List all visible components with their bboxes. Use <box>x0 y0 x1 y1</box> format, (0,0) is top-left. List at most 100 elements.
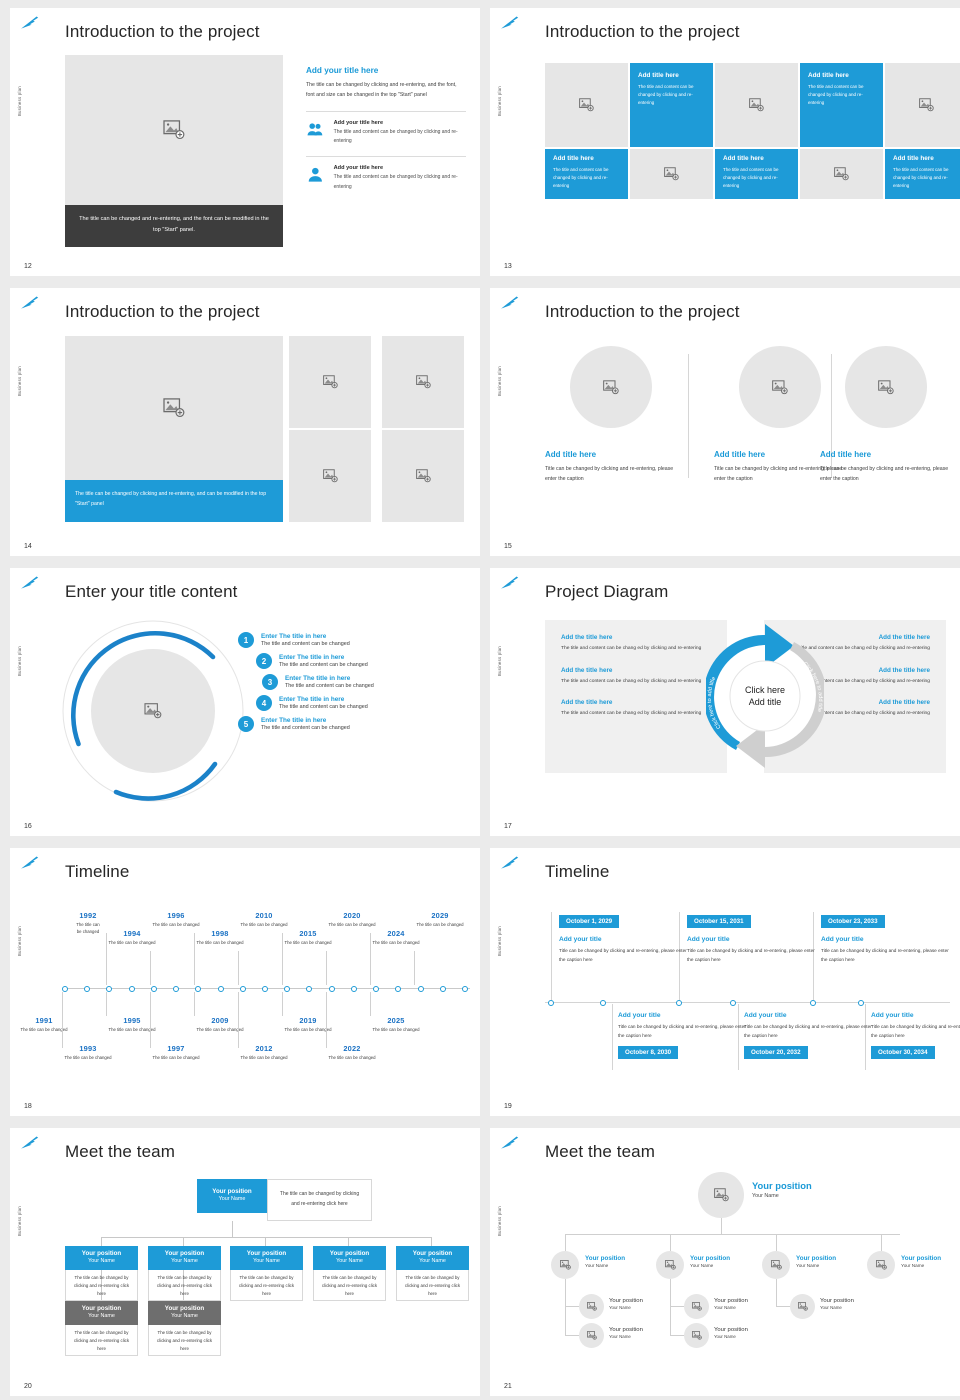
avatar[interactable] <box>698 1172 744 1218</box>
slide-19[interactable]: Business plan Timeline October 1, 2029 A… <box>490 848 960 1116</box>
tile-text[interactable]: Add title here The title and content can… <box>800 63 883 147</box>
timeline-dot[interactable] <box>262 986 268 992</box>
timeline-dot[interactable] <box>240 986 246 992</box>
timeline-dot[interactable] <box>462 986 468 992</box>
avatar[interactable] <box>684 1323 709 1348</box>
timeline-dot[interactable] <box>306 986 312 992</box>
timeline-dot[interactable] <box>284 986 290 992</box>
image-placeholder-quad[interactable] <box>382 336 464 428</box>
avatar[interactable] <box>551 1251 579 1279</box>
slide-18[interactable]: Business plan Timeline 1992 The title ca… <box>10 848 480 1116</box>
slide-20[interactable]: Business plan Meet the team Your positio… <box>10 1128 480 1396</box>
avatar[interactable] <box>656 1251 684 1279</box>
timeline-dot[interactable] <box>600 1000 606 1006</box>
image-placeholder[interactable] <box>739 346 821 428</box>
slide-16[interactable]: Business plan Enter your title content 1… <box>10 568 480 836</box>
timeline-dot[interactable] <box>730 1000 736 1006</box>
timeline-label-above[interactable]: 2029 The title can be changed <box>414 911 466 929</box>
timeline-entry-below[interactable]: Add your title Title can be changed by c… <box>871 1008 960 1059</box>
timeline-dot[interactable] <box>173 986 179 992</box>
timeline-dot[interactable] <box>195 986 201 992</box>
tile-image[interactable] <box>545 63 628 147</box>
slide-13[interactable]: Business plan Introduction to the projec… <box>490 8 960 276</box>
timeline-label-below[interactable]: 1997 The title can be changed <box>150 1044 202 1062</box>
timeline-label-below[interactable]: 1993 The title can be changed <box>62 1044 114 1062</box>
timeline-label-below[interactable]: 2022 The title can be changed <box>326 1044 378 1062</box>
image-placeholder-quad[interactable] <box>289 430 371 522</box>
timeline-dot[interactable] <box>106 986 112 992</box>
timeline-label-above[interactable]: 2010 The title can be changed <box>238 911 290 929</box>
timeline-entry-above[interactable]: October 23, 2033 Add your title Title ca… <box>821 910 951 964</box>
circle-column[interactable]: Add title here Title can be changed by c… <box>545 346 677 485</box>
timeline-dot[interactable] <box>858 1000 864 1006</box>
timeline-label-above[interactable]: 1998 The title can be changed <box>194 929 246 947</box>
timeline-dot[interactable] <box>810 1000 816 1006</box>
timeline-label-above[interactable]: 1996 The title can be changed <box>150 911 202 929</box>
timeline-dot[interactable] <box>395 986 401 992</box>
avatar[interactable] <box>790 1294 815 1319</box>
image-placeholder[interactable] <box>65 55 283 205</box>
timeline-label-below[interactable]: 2025 The title can be changed <box>370 1016 422 1034</box>
tile-image[interactable] <box>715 63 798 147</box>
image-placeholder-quad[interactable] <box>382 430 464 522</box>
slide-17[interactable]: Business plan Project Diagram Add the ti… <box>490 568 960 836</box>
avatar[interactable] <box>762 1251 790 1279</box>
feature-item[interactable]: Add your title here The title and conten… <box>306 120 466 147</box>
timeline-dot[interactable] <box>373 986 379 992</box>
slide-21[interactable]: Business plan Meet the team Your positio… <box>490 1128 960 1396</box>
tile-image[interactable] <box>800 149 883 199</box>
tile-image[interactable] <box>885 63 960 147</box>
timeline-label-above[interactable]: 2020 The title can be changed <box>326 911 378 929</box>
timeline-dot[interactable] <box>151 986 157 992</box>
org-node[interactable]: Your position Your Name The title can be… <box>396 1246 469 1301</box>
timeline-dot[interactable] <box>440 986 446 992</box>
timeline-dot[interactable] <box>329 986 335 992</box>
slide-12[interactable]: Business plan Introduction to the projec… <box>10 8 480 276</box>
timeline-dot[interactable] <box>548 1000 554 1006</box>
timeline-label-below[interactable]: 2012 The title can be changed <box>238 1044 290 1062</box>
step-item[interactable]: 2 Enter The title in here The title and … <box>256 653 468 669</box>
avatar[interactable] <box>579 1323 604 1348</box>
timeline-entry-above[interactable]: October 1, 2029 Add your title Title can… <box>559 910 689 964</box>
avatar[interactable] <box>579 1294 604 1319</box>
org-node-secondary[interactable]: Your position Your Name The title can be… <box>148 1301 221 1356</box>
tile-text[interactable]: Add title here The title and content can… <box>630 63 713 147</box>
feature-item[interactable]: Add your title here The title and conten… <box>306 165 466 192</box>
slide-15[interactable]: Business plan Introduction to the projec… <box>490 288 960 556</box>
avatar[interactable] <box>684 1294 709 1319</box>
timeline-entry-above[interactable]: October 15, 2031 Add your title Title ca… <box>687 910 817 964</box>
tile-text[interactable]: Add title here The title and content can… <box>545 149 628 199</box>
image-placeholder-quad[interactable] <box>289 336 371 428</box>
slide-14[interactable]: Business plan Introduction to the projec… <box>10 288 480 556</box>
step-item[interactable]: 1 Enter The title in here The title and … <box>238 632 468 648</box>
timeline-dot[interactable] <box>84 986 90 992</box>
circle-column[interactable]: Add title here Title can be changed by c… <box>820 346 952 485</box>
org-node[interactable]: Your position Your Name The title can be… <box>230 1246 303 1301</box>
timeline-label-above[interactable]: 2015 The title can be changed <box>282 929 334 947</box>
tile-image[interactable] <box>630 149 713 199</box>
org-node[interactable]: Your position Your Name The title can be… <box>313 1246 386 1301</box>
timeline-dot[interactable] <box>129 986 135 992</box>
timeline-dot[interactable] <box>218 986 224 992</box>
timeline-dot[interactable] <box>62 986 68 992</box>
timeline-dot[interactable] <box>676 1000 682 1006</box>
step-item[interactable]: 4 Enter The title in here The title and … <box>256 695 468 711</box>
timeline-entry-below[interactable]: Add your title Title can be changed by c… <box>618 1008 748 1059</box>
org-node-secondary[interactable]: Your position Your Name The title can be… <box>65 1301 138 1356</box>
image-placeholder-main[interactable] <box>65 336 283 480</box>
avatar[interactable] <box>867 1251 895 1279</box>
tile-text[interactable]: Add title here The title and content can… <box>885 149 960 199</box>
timeline-entry-below[interactable]: Add your title Title can be changed by c… <box>744 1008 874 1059</box>
org-node[interactable]: Your position Your Name The title can be… <box>65 1246 138 1301</box>
image-placeholder[interactable] <box>91 649 215 773</box>
timeline-dot[interactable] <box>351 986 357 992</box>
tile-text[interactable]: Add title here The title and content can… <box>715 149 798 199</box>
step-item[interactable]: 3 Enter The title in here The title and … <box>262 674 468 690</box>
timeline-label-above[interactable]: 1994 The title can be changed <box>106 929 158 947</box>
step-item[interactable]: 5 Enter The title in here The title and … <box>238 716 468 732</box>
timeline-dot[interactable] <box>418 986 424 992</box>
image-placeholder[interactable] <box>845 346 927 428</box>
org-node[interactable]: Your position Your Name The title can be… <box>148 1246 221 1301</box>
timeline-label-above[interactable]: 2024 The title can be changed <box>370 929 422 947</box>
image-placeholder[interactable] <box>570 346 652 428</box>
